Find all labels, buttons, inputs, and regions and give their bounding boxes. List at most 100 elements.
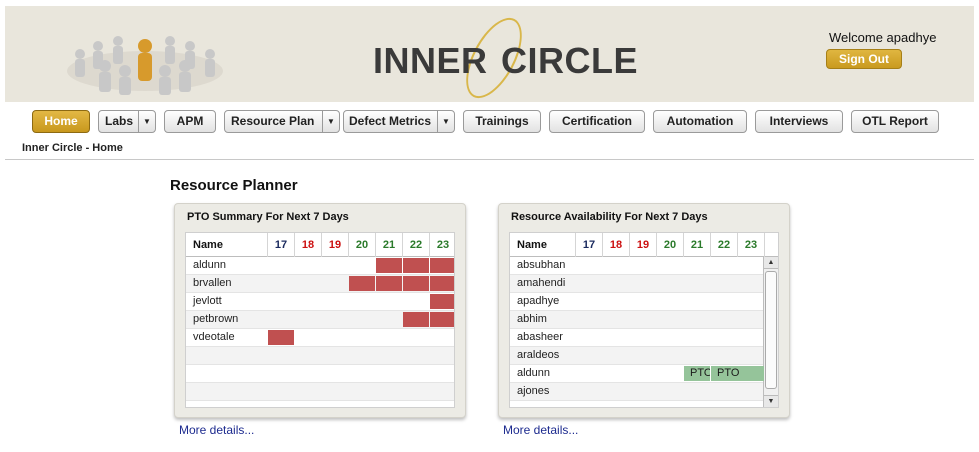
nav-labs-label: Labs <box>105 114 134 128</box>
availability-grid: Name 17 18 19 20 21 22 23 ▲ ▼ absubhan amahendi… <box>509 232 779 408</box>
availability-col-day: 20 <box>657 233 684 257</box>
chevron-down-icon[interactable]: ▼ <box>322 111 339 132</box>
welcome-text: Welcome apadhye <box>829 30 937 45</box>
pto-day-bar <box>430 258 454 273</box>
nav-labs[interactable]: Labs ▼ <box>98 110 156 133</box>
pto-row: aldunn <box>186 257 454 275</box>
pto-col-day: 20 <box>349 233 376 257</box>
page-title: Resource Planner <box>170 177 298 194</box>
sign-out-button[interactable]: Sign Out <box>826 49 902 69</box>
breadcrumb: Inner Circle - Home <box>22 142 123 154</box>
availability-col-name: Name <box>510 233 576 257</box>
pto-row-name: petbrown <box>193 313 239 325</box>
availability-row: abasheer <box>510 329 763 347</box>
availability-row-name: aldunn <box>517 367 551 379</box>
pto-summary-panel: PTO Summary For Next 7 Days Name 17 18 19 2… <box>174 203 466 418</box>
brand-text-right: CIRCLE <box>501 40 638 81</box>
brand-text-left: INNER <box>373 40 488 81</box>
nav-automation-label: Automation <box>666 114 734 128</box>
scroll-thumb[interactable] <box>765 271 777 389</box>
nav-defect-metrics[interactable]: Defect Metrics ▼ <box>343 110 455 133</box>
availability-row: aldunn PTOPTO <box>510 365 764 383</box>
pto-row-name: jevlott <box>193 295 222 307</box>
availability-row: amahendi <box>510 275 763 293</box>
nav-trainings[interactable]: Trainings <box>463 110 541 133</box>
availability-title: Resource Availability For Next 7 Days <box>511 211 708 223</box>
pto-day-bar <box>430 294 454 309</box>
pto-day-bar <box>403 258 429 273</box>
availability-row: abhim <box>510 311 763 329</box>
pto-day-bar <box>403 276 429 291</box>
pto-more-details-link[interactable]: More details... <box>179 423 254 437</box>
nav-interviews-label: Interviews <box>769 114 829 128</box>
nav-apm-label: APM <box>176 114 204 128</box>
nav-automation[interactable]: Automation <box>653 110 747 133</box>
divider <box>5 159 974 160</box>
availability-row: ajones <box>510 383 763 401</box>
availability-panel: Resource Availability For Next 7 Days Na… <box>498 203 790 418</box>
chevron-down-icon[interactable]: ▼ <box>138 111 155 132</box>
pto-row: brvallen <box>186 275 454 293</box>
pto-col-day: 22 <box>403 233 430 257</box>
availability-row-name: abhim <box>517 313 547 325</box>
pto-row: petbrown <box>186 311 454 329</box>
availability-row: absubhan <box>510 257 763 275</box>
nav-certification-label: Certification <box>561 114 632 128</box>
nav-otl-report[interactable]: OTL Report <box>851 110 939 133</box>
availability-row-name: abasheer <box>517 331 563 343</box>
availability-col-day: 19 <box>630 233 657 257</box>
availability-row: araldeos <box>510 347 763 365</box>
pto-row-name: brvallen <box>193 277 232 289</box>
availability-pto-block: PTO <box>711 366 764 381</box>
pto-day-bar <box>430 276 454 291</box>
pto-day-bar <box>376 276 402 291</box>
availability-row-name: araldeos <box>517 349 560 361</box>
pto-row <box>186 383 454 401</box>
pto-day-bar <box>376 258 402 273</box>
pto-row-name: vdeotale <box>193 331 235 343</box>
pto-col-day: 23 <box>430 233 454 257</box>
nav-resource-plan-label: Resource Plan <box>231 114 315 128</box>
pto-col-day: 18 <box>295 233 322 257</box>
nav-apm[interactable]: APM <box>164 110 216 133</box>
availability-grid-header: Name 17 18 19 20 21 22 23 <box>510 233 778 257</box>
pto-day-bar <box>430 312 454 327</box>
availability-col-day: 22 <box>711 233 738 257</box>
availability-col-day: 17 <box>576 233 603 257</box>
nav-defect-metrics-label: Defect Metrics <box>349 114 432 128</box>
pto-grid-header: Name 17 18 19 20 21 22 23 <box>186 233 454 257</box>
availability-row-name: amahendi <box>517 277 566 289</box>
pto-col-day: 19 <box>322 233 349 257</box>
pto-day-bar <box>268 330 294 345</box>
app-header: INNER CIRCLE Welcome apadhye Sign Out <box>5 6 974 107</box>
nav-home[interactable]: Home <box>32 110 90 133</box>
nav-certification[interactable]: Certification <box>549 110 645 133</box>
availability-row-name: absubhan <box>517 259 566 271</box>
scroll-up-arrow-icon[interactable]: ▲ <box>764 257 778 269</box>
pto-row <box>186 365 454 383</box>
nav-interviews[interactable]: Interviews <box>755 110 843 133</box>
pto-row-name: aldunn <box>193 259 227 271</box>
pto-summary-grid: Name 17 18 19 20 21 22 23 aldunn brvallen jevlot… <box>185 232 455 408</box>
nav-trainings-label: Trainings <box>475 114 529 128</box>
pto-row <box>186 347 454 365</box>
pto-summary-title: PTO Summary For Next 7 Days <box>187 211 349 223</box>
scroll-down-arrow-icon[interactable]: ▼ <box>764 395 778 407</box>
availability-scrollbar[interactable]: ▲ ▼ <box>763 257 778 407</box>
availability-col-day: 21 <box>684 233 711 257</box>
availability-row-name: ajones <box>517 385 550 397</box>
brand-logo: INNER CIRCLE <box>373 9 643 107</box>
availability-col-day: 23 <box>738 233 765 257</box>
pto-row: jevlott <box>186 293 454 311</box>
pto-row: vdeotale <box>186 329 454 347</box>
pto-day-bar <box>403 312 429 327</box>
availability-col-day: 18 <box>603 233 630 257</box>
main-nav: Home Labs ▼ APM Resource Plan ▼ Defect Met… <box>0 110 979 134</box>
availability-more-details-link[interactable]: More details... <box>503 423 578 437</box>
availability-pto-block: PTO <box>684 366 710 381</box>
pto-col-day: 21 <box>376 233 403 257</box>
chevron-down-icon[interactable]: ▼ <box>437 111 454 132</box>
pto-col-day: 17 <box>268 233 295 257</box>
nav-resource-plan[interactable]: Resource Plan ▼ <box>224 110 340 133</box>
availability-row: apadhye <box>510 293 763 311</box>
